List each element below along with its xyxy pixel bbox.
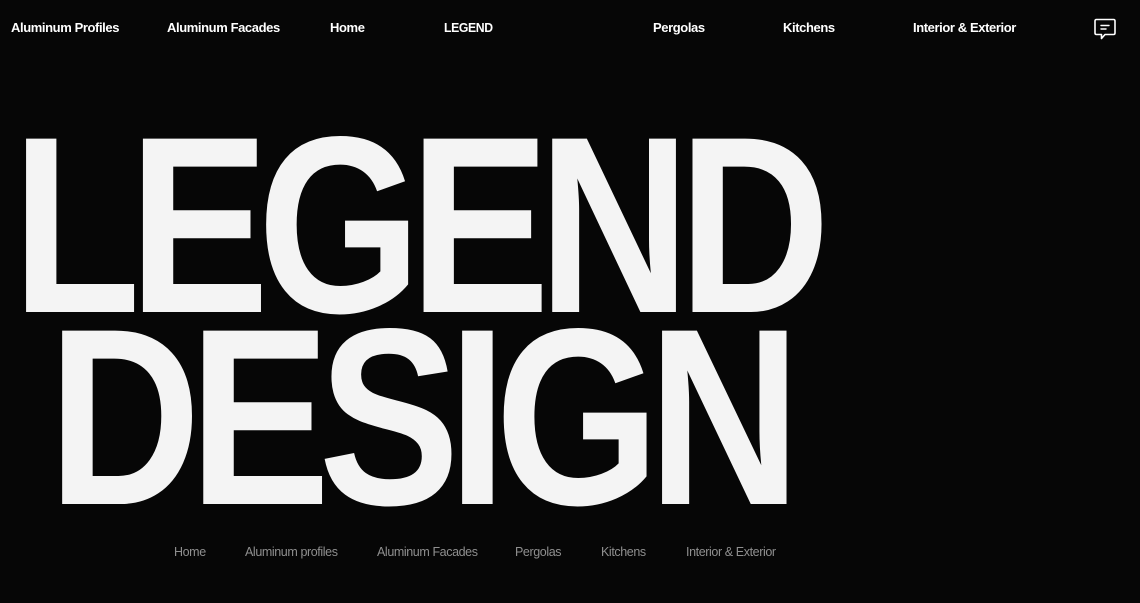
nav-link-interior-exterior[interactable]: Interior & Exterior <box>913 20 1016 36</box>
brand-logo[interactable]: LEGEND <box>444 20 566 36</box>
footer-link-pergolas[interactable]: Pergolas <box>515 545 562 560</box>
footer-link-interior-exterior[interactable]: Interior & Exterior <box>686 545 776 560</box>
footer-link-aluminum-profiles[interactable]: Aluminum profiles <box>245 545 338 560</box>
nav-link-aluminum-facades[interactable]: Aluminum Facades <box>167 20 280 36</box>
nav-link-kitchens[interactable]: Kitchens <box>783 20 835 36</box>
nav-link-aluminum-profiles[interactable]: Aluminum Profiles <box>11 20 119 36</box>
footer-link-kitchens[interactable]: Kitchens <box>601 545 646 560</box>
chat-button[interactable] <box>1092 16 1118 42</box>
top-navigation: Aluminum Profiles Aluminum Facades Home … <box>0 0 1140 58</box>
chat-bubble-icon <box>1094 18 1116 40</box>
hero-title-line-2: DESIGN <box>48 277 801 558</box>
nav-link-pergolas[interactable]: Pergolas <box>653 20 705 36</box>
footer-link-aluminum-facades[interactable]: Aluminum Facades <box>377 545 478 560</box>
page: { "header": { "brand": "LEGEND", "brand_… <box>0 0 1140 603</box>
nav-link-home[interactable]: Home <box>330 20 365 36</box>
footer-link-home[interactable]: Home <box>174 545 206 560</box>
